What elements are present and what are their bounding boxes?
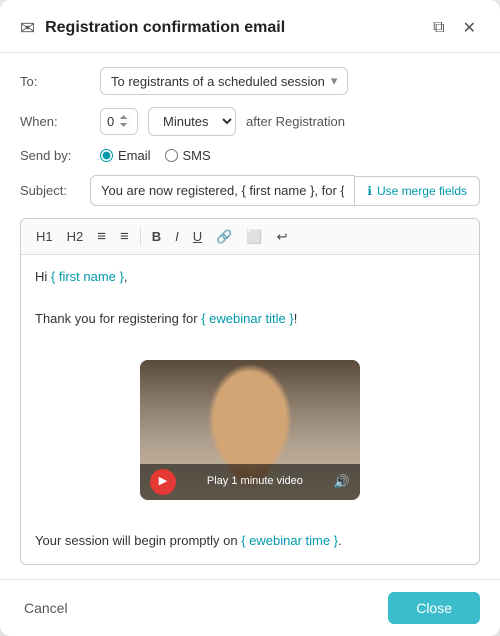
modal-body: To: To registrants of a scheduled sessio… xyxy=(0,53,500,579)
toolbar-italic[interactable]: I xyxy=(170,226,184,247)
when-number-input[interactable] xyxy=(100,108,138,135)
toolbar-h1[interactable]: H1 xyxy=(31,226,58,247)
email-editor: H1 H2 ≡ ≡ B I U 🔗 ⬜ ↩ Hi { first name },… xyxy=(20,218,480,565)
toolbar-divider-1 xyxy=(140,228,141,246)
editor-greeting: Hi { first name }, xyxy=(35,267,465,288)
send-by-row: Send by: Email SMS xyxy=(20,148,480,163)
send-by-label: Send by: xyxy=(20,148,90,163)
video-thumbnail: ▶ Play 1 minute video 🔊 xyxy=(140,360,360,500)
video-overlay: ▶ Play 1 minute video 🔊 xyxy=(140,464,360,500)
send-by-options: Email SMS xyxy=(100,148,211,163)
to-dropdown[interactable]: To registrants of a scheduled session ▾ xyxy=(100,67,348,95)
play-button[interactable]: ▶ xyxy=(150,469,176,495)
merge-first-name: { first name } xyxy=(51,269,124,284)
when-label: When: xyxy=(20,114,90,129)
when-row: When: Minutes Hours Days after Registrat… xyxy=(20,107,480,136)
merge-fields-label: Use merge fields xyxy=(377,184,467,198)
editor-toolbar: H1 H2 ≡ ≡ B I U 🔗 ⬜ ↩ xyxy=(21,219,479,255)
cancel-button[interactable]: Cancel xyxy=(20,594,72,622)
editor-body: Thank you for registering for { ewebinar… xyxy=(35,309,465,330)
radio-email-label: Email xyxy=(118,148,151,163)
radio-sms[interactable]: SMS xyxy=(165,148,211,163)
copy-button[interactable]: ⧉ xyxy=(429,17,448,39)
radio-email-input[interactable] xyxy=(100,149,113,162)
merge-fields-button[interactable]: ℹ Use merge fields xyxy=(355,176,480,206)
after-text: after Registration xyxy=(246,114,345,129)
radio-email[interactable]: Email xyxy=(100,148,151,163)
merge-ewebinar-time: { ewebinar time } xyxy=(241,533,338,548)
header-actions: ⧉ ✕ xyxy=(429,16,480,40)
when-number-field[interactable] xyxy=(101,109,137,134)
toolbar-undo[interactable]: ↩ xyxy=(272,226,293,248)
toolbar-image[interactable]: ⬜ xyxy=(241,226,267,248)
toolbar-h2[interactable]: H2 xyxy=(62,226,89,247)
toolbar-ul[interactable]: ≡ xyxy=(92,225,111,248)
toolbar-ol[interactable]: ≡ xyxy=(115,225,134,248)
editor-content[interactable]: Hi { first name }, Thank you for registe… xyxy=(21,255,479,564)
to-label: To: xyxy=(20,74,90,89)
chevron-down-icon: ▾ xyxy=(331,73,338,89)
toolbar-bold[interactable]: B xyxy=(147,226,166,247)
close-button[interactable]: Close xyxy=(388,592,480,624)
when-unit-select[interactable]: Minutes Hours Days xyxy=(148,107,236,136)
video-block[interactable]: ▶ Play 1 minute video 🔊 xyxy=(140,360,360,500)
video-label: Play 1 minute video xyxy=(176,473,334,491)
radio-sms-input[interactable] xyxy=(165,149,178,162)
toolbar-link[interactable]: 🔗 xyxy=(211,226,237,248)
subject-label: Subject: xyxy=(20,183,90,198)
toolbar-underline[interactable]: U xyxy=(188,226,207,247)
modal-title: Registration confirmation email xyxy=(45,19,419,37)
volume-icon[interactable]: 🔊 xyxy=(334,472,350,493)
radio-sms-label: SMS xyxy=(183,148,211,163)
to-value: To registrants of a scheduled session xyxy=(111,74,325,89)
modal-header: ✉ Registration confirmation email ⧉ ✕ xyxy=(0,0,500,53)
modal-close-button[interactable]: ✕ xyxy=(459,16,480,40)
merge-ewebinar-title: { ewebinar title } xyxy=(201,311,294,326)
subject-row: Subject: ℹ Use merge fields xyxy=(20,175,480,206)
info-icon: ℹ xyxy=(367,184,372,198)
editor-session-text: Your session will begin promptly on { ew… xyxy=(35,531,465,552)
modal-footer: Cancel Close xyxy=(0,579,500,636)
email-icon: ✉ xyxy=(20,18,35,39)
subject-input[interactable] xyxy=(90,175,355,206)
modal-container: ✉ Registration confirmation email ⧉ ✕ To… xyxy=(0,0,500,636)
to-row: To: To registrants of a scheduled sessio… xyxy=(20,67,480,95)
